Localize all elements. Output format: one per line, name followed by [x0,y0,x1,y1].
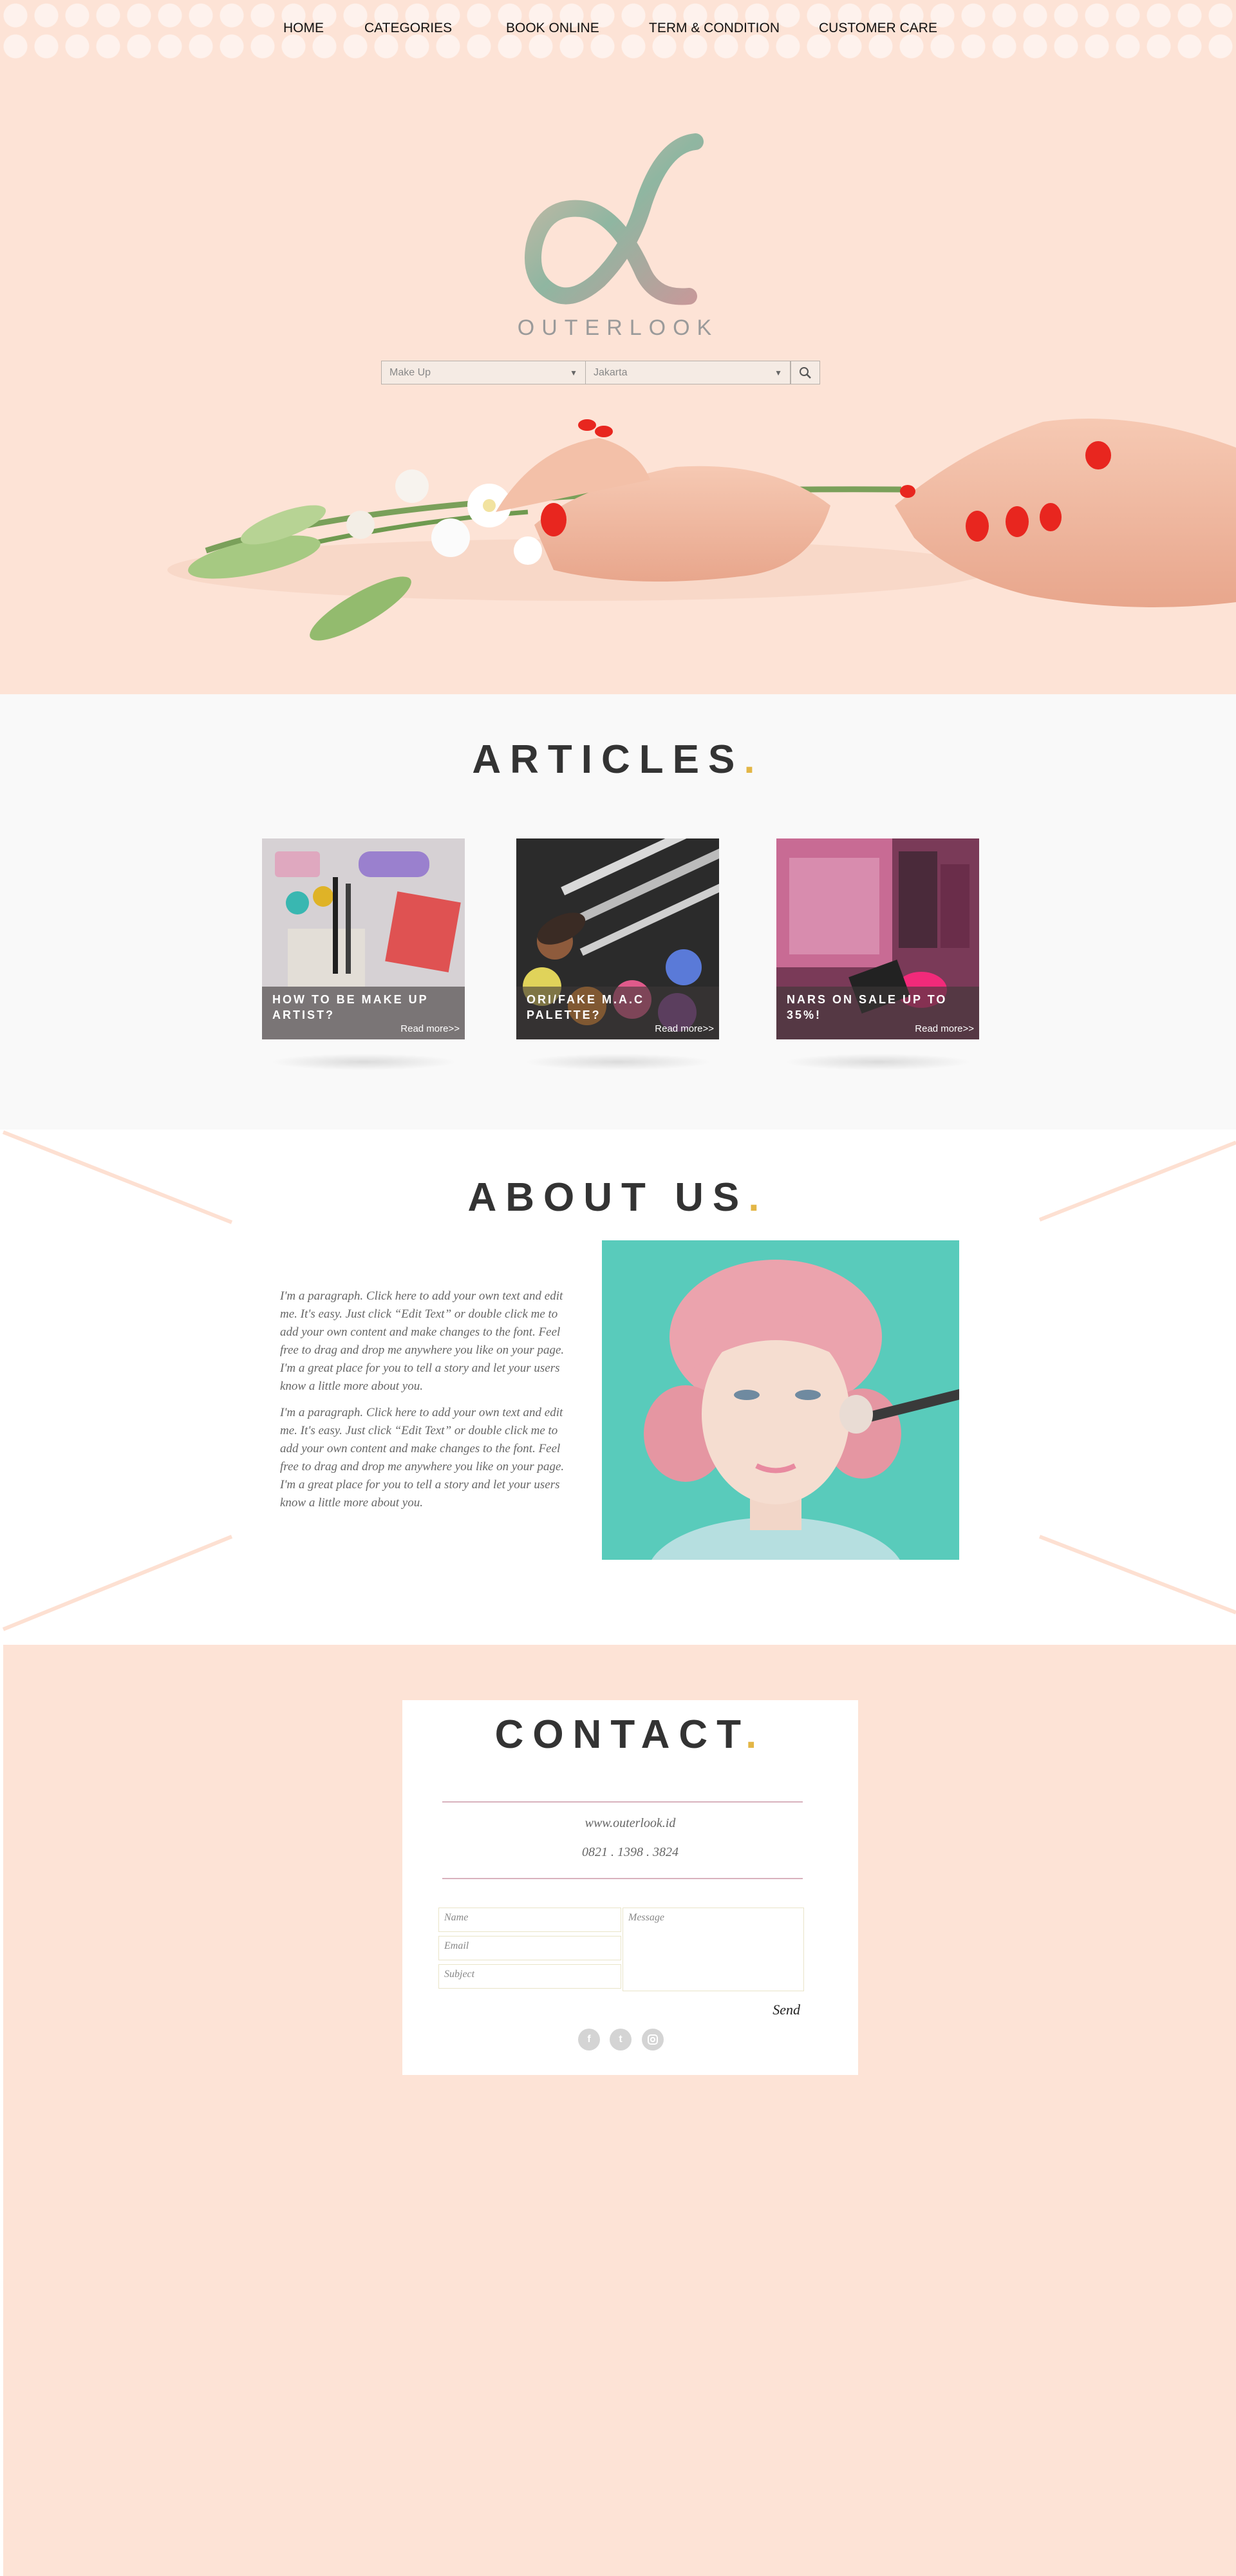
outerlook-logo-mark [525,133,704,305]
facebook-icon[interactable]: f [578,2029,600,2050]
articles-heading: ARTICLES. [472,737,764,782]
article-title: HOW TO BE MAKE UP ARTIST? [272,993,429,1021]
read-more-link[interactable]: Read more>> [655,1023,714,1034]
nav-categories[interactable]: CATEGORIES [364,21,452,36]
page: HOME CATEGORIES BOOK ONLINE TERM & CONDI… [0,0,1236,2576]
top-nav: HOME CATEGORIES BOOK ONLINE TERM & CONDI… [0,0,1236,61]
dropdown-arrow-icon: ▼ [570,368,577,377]
instagram-icon[interactable] [642,2029,664,2050]
about-paragraph: I'm a paragraph. Click here to add your … [280,1289,565,1393]
card-shadow [270,1054,457,1070]
divider [442,1801,803,1803]
category-select[interactable]: Make Up ▼ [381,361,586,384]
about-section: ABOUT US. I'm a paragraph. Click here to… [0,1130,1236,1645]
article-card[interactable]: HOW TO BE MAKE UP ARTIST? Read more>> [262,838,465,1039]
location-select-value: Jakarta [594,366,628,378]
hero-section: OUTERLOOK Make Up ▼ Jakarta ▼ [0,61,1236,694]
nav-home[interactable]: HOME [283,21,324,36]
nav-book-online[interactable]: BOOK ONLINE [506,21,599,36]
article-card[interactable]: ORI/FAKE M.A.C PALETTE? Read more>> [516,838,719,1039]
message-field[interactable]: Message [623,1908,804,1991]
card-shadow [525,1054,711,1070]
contact-title: CONTACT [494,1712,746,1757]
divider [442,1878,803,1879]
about-title: ABOUT US [467,1175,749,1220]
brand-name: OUTERLOOK [517,316,719,340]
article-title: ORI/FAKE M.A.C PALETTE? [527,993,645,1021]
location-select[interactable]: Jakarta ▼ [586,361,791,384]
read-more-link[interactable]: Read more>> [915,1023,974,1034]
contact-heading: CONTACT. [494,1712,766,1757]
article-card[interactable]: NARS ON SALE UP TO 35%! Read more>> [776,838,979,1039]
contact-card: CONTACT. www.outerlook.id 0821 . 1398 . … [402,1700,858,2075]
nav-term-condition[interactable]: TERM & CONDITION [649,21,780,36]
read-more-link[interactable]: Read more>> [400,1023,460,1034]
search-bar: Make Up ▼ Jakarta ▼ [381,361,820,384]
search-icon [800,366,811,379]
contact-section: CONTACT. www.outerlook.id 0821 . 1398 . … [3,1645,1236,2576]
articles-title: ARTICLES [472,737,744,782]
subject-field[interactable]: Subject [438,1964,621,1989]
article-caption: NARS ON SALE UP TO 35%! Read more>> [776,987,979,1039]
email-field[interactable]: Email [438,1936,621,1960]
card-shadow [785,1054,971,1070]
article-caption: HOW TO BE MAKE UP ARTIST? Read more>> [262,987,465,1039]
send-button[interactable]: Send [772,2002,800,2018]
website-text: www.outerlook.id [585,1816,676,1830]
category-select-value: Make Up [389,366,431,378]
nav-customer-care[interactable]: CUSTOMER CARE [819,21,937,36]
instagram-glyph [648,2034,658,2045]
article-caption: ORI/FAKE M.A.C PALETTE? Read more>> [516,987,719,1039]
name-field[interactable]: Name [438,1908,621,1932]
article-title: NARS ON SALE UP TO 35%! [787,993,948,1021]
search-button[interactable] [791,361,820,384]
about-heading: ABOUT US. [467,1175,769,1220]
about-paragraph: I'm a paragraph. Click here to add your … [280,1406,565,1510]
articles-section: ARTICLES. HOW TO BE MAKE UP ARTIST? Read… [0,694,1236,1130]
phone-text: 0821 . 1398 . 3824 [582,1845,679,1859]
dropdown-arrow-icon: ▼ [774,368,782,377]
about-portrait-image [602,1240,959,1560]
twitter-icon[interactable]: t [610,2029,632,2050]
